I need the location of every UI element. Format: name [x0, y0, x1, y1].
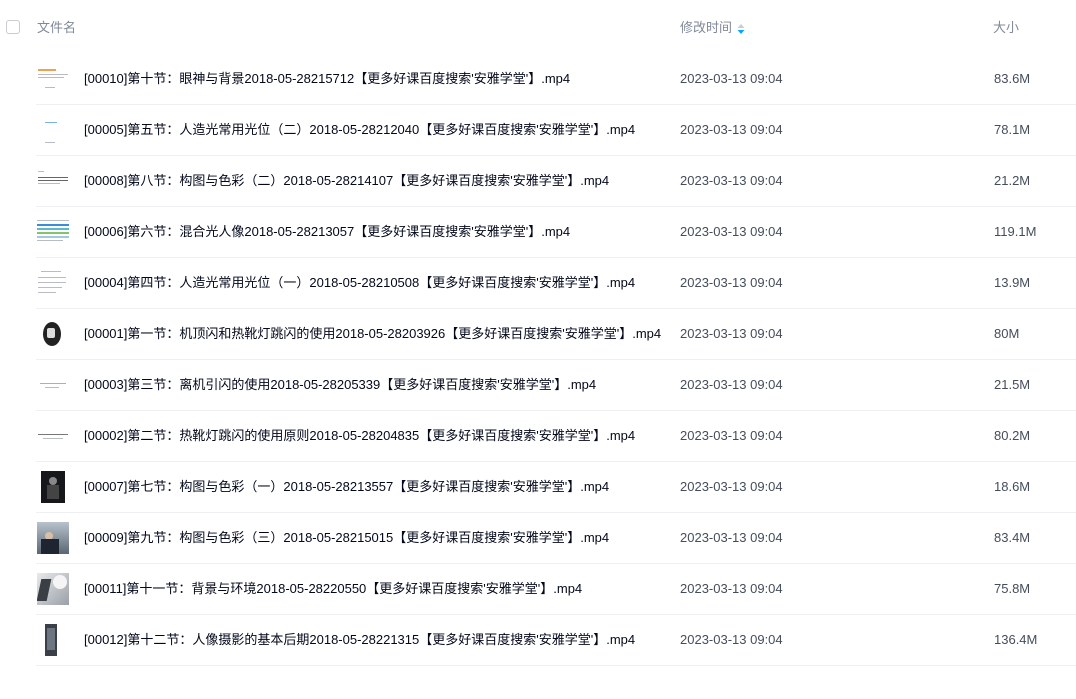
file-name[interactable]: [00012]第十二节：人像摄影的基本后期2018-05-28221315【更多… — [84, 632, 635, 648]
video-thumbnail — [37, 522, 69, 554]
file-row[interactable]: [00009]第九节：构图与色彩（三）2018-05-28215015【更多好课… — [0, 513, 1076, 564]
file-size: 83.6M — [994, 71, 1031, 86]
file-size: 18.6M — [994, 479, 1031, 494]
file-modified-time: 2023-03-13 09:04 — [680, 275, 783, 290]
file-modified-time: 2023-03-13 09:04 — [680, 326, 783, 341]
file-size: 119.1M — [994, 224, 1037, 239]
file-row[interactable]: [00004]第四节：人造光常用光位（一）2018-05-28210508【更多… — [0, 258, 1076, 309]
file-row[interactable]: [00001]第一节：机顶闪和热靴灯跳闪的使用2018-05-28203926【… — [0, 309, 1076, 360]
file-size: 21.5M — [994, 377, 1031, 392]
column-header-size[interactable]: 大小 — [993, 20, 1019, 36]
file-modified-time: 2023-03-13 09:04 — [680, 428, 783, 443]
file-modified-time: 2023-03-13 09:04 — [680, 173, 783, 188]
file-modified-time: 2023-03-13 09:04 — [680, 71, 783, 86]
file-modified-time: 2023-03-13 09:04 — [680, 377, 783, 392]
video-thumbnail — [37, 114, 69, 146]
video-thumbnail — [37, 216, 69, 248]
row-divider — [36, 665, 1076, 666]
video-thumbnail — [37, 369, 69, 401]
file-size: 80M — [994, 326, 1020, 341]
video-thumbnail — [37, 165, 69, 197]
file-name[interactable]: [00002]第二节：热靴灯跳闪的使用原则2018-05-28204835【更多… — [84, 428, 635, 444]
file-name[interactable]: [00003]第三节：离机引闪的使用2018-05-28205339【更多好课百… — [84, 377, 596, 393]
file-modified-time: 2023-03-13 09:04 — [680, 530, 783, 545]
file-name[interactable]: [00001]第一节：机顶闪和热靴灯跳闪的使用2018-05-28203926【… — [84, 326, 661, 342]
video-thumbnail — [37, 573, 69, 605]
video-thumbnail — [37, 318, 69, 350]
file-name[interactable]: [00004]第四节：人造光常用光位（一）2018-05-28210508【更多… — [84, 275, 635, 291]
file-row[interactable]: [00007]第七节：构图与色彩（一）2018-05-28213557【更多好课… — [0, 462, 1076, 513]
file-size: 13.9M — [994, 275, 1031, 290]
file-size: 75.8M — [994, 581, 1031, 596]
video-thumbnail — [37, 267, 69, 299]
file-name[interactable]: [00011]第十一节：背景与环境2018-05-28220550【更多好课百度… — [84, 581, 582, 597]
file-size: 83.4M — [994, 530, 1031, 545]
file-size: 80.2M — [994, 428, 1031, 443]
file-name[interactable]: [00005]第五节：人造光常用光位（二）2018-05-28212040【更多… — [84, 122, 635, 138]
file-row[interactable]: [00002]第二节：热靴灯跳闪的使用原则2018-05-28204835【更多… — [0, 411, 1076, 462]
file-modified-time: 2023-03-13 09:04 — [680, 632, 783, 647]
video-thumbnail — [37, 471, 69, 503]
file-row[interactable]: [00010]第十节：眼神与背景2018-05-28215712【更多好课百度搜… — [0, 54, 1076, 105]
file-list-header: 文件名 修改时间 大小 — [0, 0, 1076, 56]
column-header-modified-time[interactable]: 修改时间 — [680, 20, 732, 36]
file-name[interactable]: [00010]第十节：眼神与背景2018-05-28215712【更多好课百度搜… — [84, 71, 570, 87]
file-name[interactable]: [00007]第七节：构图与色彩（一）2018-05-28213557【更多好课… — [84, 479, 609, 495]
file-row[interactable]: [00012]第十二节：人像摄影的基本后期2018-05-28221315【更多… — [0, 615, 1076, 666]
file-size: 136.4M — [994, 632, 1038, 647]
video-thumbnail — [37, 624, 69, 656]
select-all-checkbox[interactable] — [6, 20, 20, 34]
file-row[interactable]: [00005]第五节：人造光常用光位（二）2018-05-28212040【更多… — [0, 105, 1076, 156]
file-modified-time: 2023-03-13 09:04 — [680, 224, 783, 239]
file-name[interactable]: [00009]第九节：构图与色彩（三）2018-05-28215015【更多好课… — [84, 530, 609, 546]
file-name[interactable]: [00008]第八节：构图与色彩（二）2018-05-28214107【更多好课… — [84, 173, 609, 189]
video-thumbnail — [37, 63, 69, 95]
video-thumbnail — [37, 420, 69, 452]
file-name[interactable]: [00006]第六节：混合光人像2018-05-28213057【更多好课百度搜… — [84, 224, 570, 240]
file-modified-time: 2023-03-13 09:04 — [680, 479, 783, 494]
column-header-filename[interactable]: 文件名 — [37, 20, 76, 36]
file-row[interactable]: [00011]第十一节：背景与环境2018-05-28220550【更多好课百度… — [0, 564, 1076, 615]
file-row[interactable]: [00006]第六节：混合光人像2018-05-28213057【更多好课百度搜… — [0, 207, 1076, 258]
sort-icon[interactable] — [737, 24, 745, 34]
file-size: 21.2M — [994, 173, 1031, 188]
file-row[interactable]: [00003]第三节：离机引闪的使用2018-05-28205339【更多好课百… — [0, 360, 1076, 411]
file-modified-time: 2023-03-13 09:04 — [680, 581, 783, 596]
file-size: 78.1M — [994, 122, 1031, 137]
file-row[interactable]: [00008]第八节：构图与色彩（二）2018-05-28214107【更多好课… — [0, 156, 1076, 207]
file-modified-time: 2023-03-13 09:04 — [680, 122, 783, 137]
